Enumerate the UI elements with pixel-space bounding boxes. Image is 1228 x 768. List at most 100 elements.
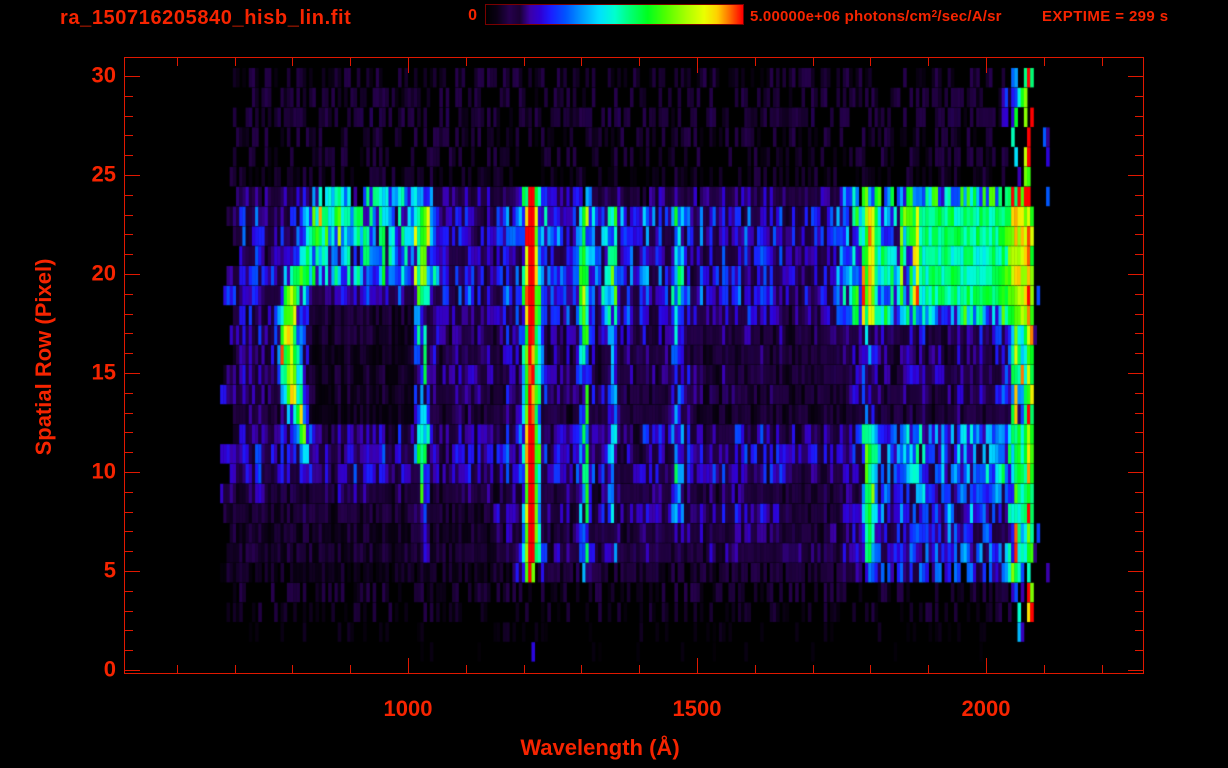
- axis-tick: [1135, 512, 1143, 513]
- axis-tick: [125, 413, 133, 414]
- axis-tick: [125, 353, 133, 354]
- colorbar-units-post: /sec/A/sr: [937, 8, 1002, 25]
- colorbar: [485, 4, 744, 25]
- axis-tick: [1135, 294, 1143, 295]
- axis-tick: [813, 665, 814, 673]
- axis-tick: [125, 531, 133, 532]
- y-tick-label: 5: [103, 557, 116, 583]
- axis-tick: [1135, 135, 1143, 136]
- axis-tick: [125, 274, 140, 275]
- axis-tick: [125, 294, 133, 295]
- colorbar-gradient: [486, 5, 743, 24]
- axis-tick: [697, 658, 698, 673]
- axis-tick: [1128, 274, 1143, 275]
- axis-tick: [350, 665, 351, 673]
- axis-tick: [1135, 353, 1143, 354]
- axis-tick: [125, 234, 133, 235]
- axis-tick: [1135, 96, 1143, 97]
- colorbar-units-pre: photons/cm: [844, 8, 932, 25]
- y-tick-label: 30: [91, 62, 116, 88]
- axis-tick: [1135, 116, 1143, 117]
- axis-tick: [1135, 551, 1143, 552]
- axis-tick: [125, 670, 140, 671]
- axis-tick: [524, 58, 525, 66]
- axis-tick: [125, 155, 133, 156]
- axis-tick: [125, 393, 133, 394]
- x-tick-label: 1500: [672, 696, 722, 721]
- axis-tick: [235, 665, 236, 673]
- y-tick-label: 15: [91, 359, 116, 385]
- axis-tick: [466, 665, 467, 673]
- axis-tick: [1135, 650, 1143, 651]
- axis-tick: [1135, 611, 1143, 612]
- axis-tick: [1135, 452, 1143, 453]
- axis-tick: [125, 591, 133, 592]
- axis-tick: [755, 665, 756, 673]
- axis-tick: [1135, 492, 1143, 493]
- axis-tick: [1102, 58, 1103, 66]
- axis-tick: [125, 195, 133, 196]
- axis-tick: [408, 58, 409, 73]
- axis-tick: [1135, 591, 1143, 592]
- axis-tick: [125, 571, 140, 572]
- axis-tick: [813, 58, 814, 66]
- axis-tick: [125, 452, 133, 453]
- y-tick-label: 25: [91, 161, 116, 187]
- axis-tick: [125, 611, 133, 612]
- axis-tick: [235, 58, 236, 66]
- axis-tick: [125, 472, 140, 473]
- axis-tick: [639, 665, 640, 673]
- exptime-label: EXPTIME = 299 s: [1042, 8, 1169, 25]
- axis-tick: [1135, 531, 1143, 532]
- heatmap-canvas: [125, 58, 1143, 673]
- axis-tick: [466, 58, 467, 66]
- colorbar-max-value: 5.00000e+06: [750, 8, 841, 25]
- file-title: ra_150716205840_hisb_lin.fit: [60, 7, 352, 29]
- axis-tick: [125, 333, 133, 334]
- y-tick-label: 10: [91, 458, 116, 484]
- axis-tick: [928, 58, 929, 66]
- axis-tick: [125, 492, 133, 493]
- axis-tick: [870, 665, 871, 673]
- axis-tick: [125, 630, 133, 631]
- axis-tick: [581, 665, 582, 673]
- axis-tick: [1128, 175, 1143, 176]
- axis-tick: [1135, 432, 1143, 433]
- axis-tick: [292, 58, 293, 66]
- axis-tick: [1135, 195, 1143, 196]
- x-axis-title: Wavelength (Å): [520, 735, 680, 760]
- axis-tick: [1128, 670, 1143, 671]
- axis-tick: [125, 650, 133, 651]
- x-tick-label: 2000: [961, 696, 1011, 721]
- axis-tick: [1128, 472, 1143, 473]
- colorbar-max-label: 5.00000e+06 photons/cm2/sec/A/sr: [750, 8, 1002, 25]
- axis-tick: [1135, 630, 1143, 631]
- y-tick-label: 0: [103, 656, 116, 682]
- axis-tick: [1102, 665, 1103, 673]
- colorbar-min-label: 0: [468, 7, 477, 24]
- axis-tick: [1128, 571, 1143, 572]
- axis-tick: [1044, 58, 1045, 66]
- axis-tick: [125, 96, 133, 97]
- axis-tick: [524, 665, 525, 673]
- y-tick-label: 20: [91, 260, 116, 286]
- axis-tick: [125, 314, 133, 315]
- axis-tick: [581, 58, 582, 66]
- axis-tick: [1135, 215, 1143, 216]
- axis-tick: [125, 215, 133, 216]
- axis-tick: [697, 58, 698, 73]
- axis-tick: [639, 58, 640, 66]
- axis-tick: [986, 58, 987, 73]
- axis-tick: [125, 254, 133, 255]
- axis-tick: [125, 135, 133, 136]
- axis-tick: [1044, 665, 1045, 673]
- x-tick-label: 1000: [383, 696, 433, 721]
- axis-tick: [350, 58, 351, 66]
- axis-tick: [125, 175, 140, 176]
- axis-tick: [755, 58, 756, 66]
- axis-tick: [1135, 314, 1143, 315]
- axis-tick: [177, 58, 178, 66]
- axis-tick: [125, 373, 140, 374]
- axis-tick: [125, 512, 133, 513]
- axis-tick: [1135, 413, 1143, 414]
